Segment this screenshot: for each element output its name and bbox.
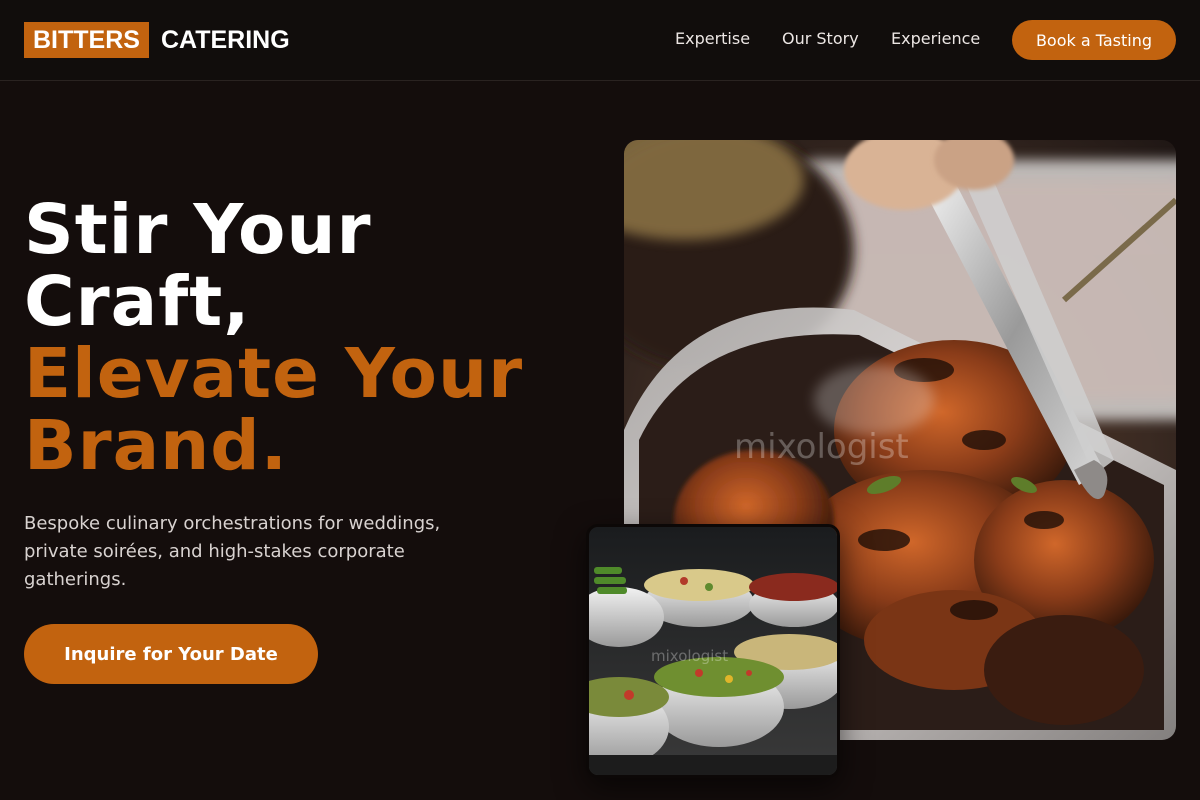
hero-title: Stir Your Craft, Elevate Your Brand. <box>24 194 584 482</box>
nav-link-our-story[interactable]: Our Story <box>782 29 859 48</box>
book-tasting-button[interactable]: Book a Tasting <box>1012 20 1176 60</box>
hero-title-line-1: Stir Your <box>24 190 372 270</box>
main-photo-watermark: mixologist <box>734 427 909 467</box>
logo-box: BITTERS <box>24 22 149 58</box>
hero-subtitle: Bespoke culinary orchestrations for wedd… <box>24 513 441 590</box>
hero-title-line-4: Brand. <box>24 406 288 486</box>
nav-link-experience[interactable]: Experience <box>891 29 980 48</box>
nav-link-expertise[interactable]: Expertise <box>675 29 750 48</box>
inquire-date-button[interactable]: Inquire for Your Date <box>24 624 318 684</box>
hero-title-line-3: Elevate Your <box>24 334 524 414</box>
inset-photo-watermark: mixologist <box>651 647 728 665</box>
hero-title-line-2: Craft, <box>24 262 251 342</box>
logo-text: CATERING <box>160 25 290 54</box>
inset-photo-salad-bowls: mixologist <box>586 524 840 778</box>
site-header: BITTERS CATERING Expertise Our Story Exp… <box>0 0 1200 81</box>
brand-logo[interactable]: BITTERS CATERING <box>24 22 290 58</box>
